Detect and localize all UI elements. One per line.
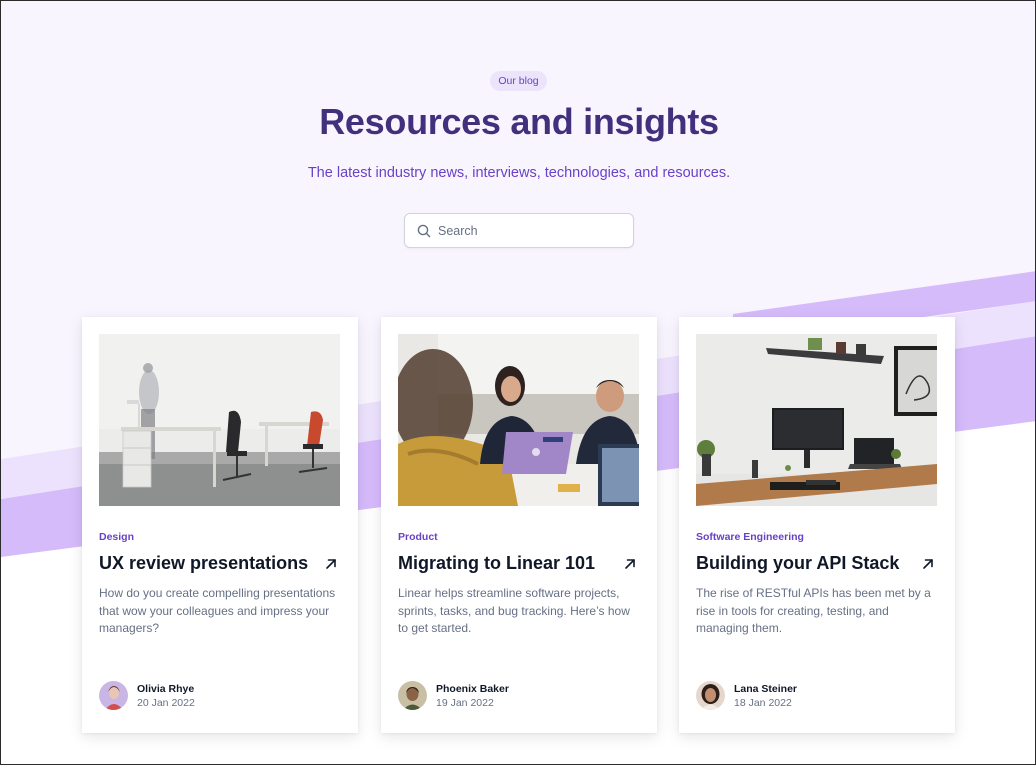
card-author: Olivia Rhye 20 Jan 2022 [99,681,195,710]
card-description: Linear helps streamline software project… [398,586,630,635]
search-icon [417,224,431,238]
card-category[interactable]: Design [99,531,134,543]
search-box[interactable] [404,213,634,248]
search-input[interactable] [438,223,618,238]
post-date: 18 Jan 2022 [734,696,792,709]
arrow-up-right-icon[interactable] [623,557,637,571]
author-name: Olivia Rhye [137,682,195,695]
blog-page: Our blog Resources and insights The late… [0,0,1036,765]
author-name: Lana Steiner [734,682,798,695]
post-date: 20 Jan 2022 [137,696,195,709]
author-name: Phoenix Baker [436,682,509,695]
blog-badge: Our blog [490,71,547,91]
page-subtitle: The latest industry news, interviews, te… [307,165,731,181]
card-image-desk[interactable] [696,334,937,506]
card-author: Phoenix Baker 19 Jan 2022 [398,681,509,710]
card-title[interactable]: Building your API Stack [696,553,899,574]
arrow-up-right-icon[interactable] [921,557,935,571]
card-author: Lana Steiner 18 Jan 2022 [696,681,797,710]
post-date: 19 Jan 2022 [436,696,494,709]
avatar [696,681,725,710]
blog-card[interactable]: Product Migrating to Linear 101 Linear h… [381,317,657,733]
card-category[interactable]: Software Engineering [696,531,804,543]
avatar [99,681,128,710]
arrow-up-right-icon[interactable] [324,557,338,571]
blog-card[interactable]: Design UX review presentations How do yo… [82,317,358,733]
card-description: How do you create compelling presentatio… [99,586,336,635]
card-title[interactable]: UX review presentations [99,553,308,574]
card-category[interactable]: Product [398,531,438,543]
blog-card[interactable]: Software Engineering Building your API S… [679,317,955,733]
card-image-meeting[interactable] [398,334,639,506]
card-description: The rise of RESTful APIs has been met by… [696,586,931,635]
card-title[interactable]: Migrating to Linear 101 [398,553,595,574]
card-image-office[interactable] [99,334,340,506]
page-title: Resources and insights [319,101,719,142]
avatar [398,681,427,710]
